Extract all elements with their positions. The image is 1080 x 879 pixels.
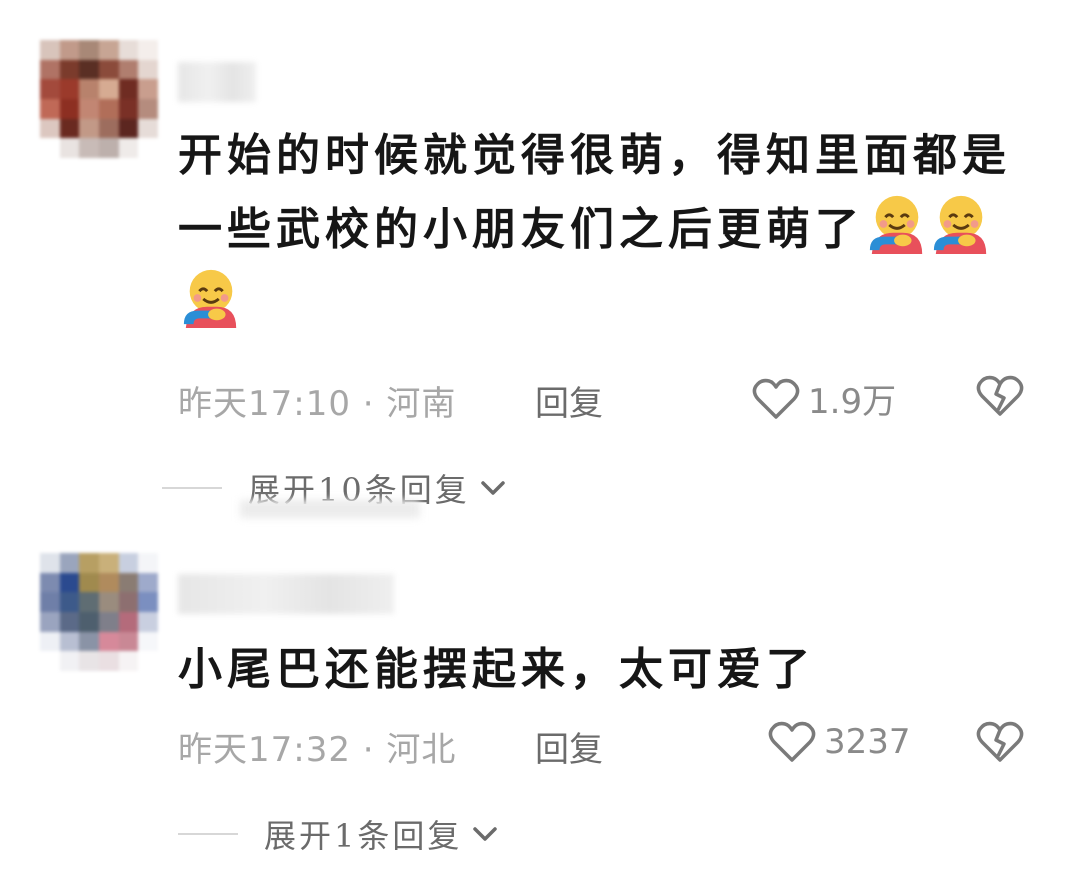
username-blurred[interactable] xyxy=(178,62,256,102)
comment-meta: 昨天17:32 · 河北 回复 3237 xyxy=(178,720,1038,773)
dislike-button[interactable] xyxy=(976,720,1024,773)
blur-smudge xyxy=(240,500,420,518)
like-count: 3237 xyxy=(824,722,911,762)
avatar[interactable] xyxy=(40,553,158,671)
like-button[interactable]: 3237 xyxy=(768,720,911,764)
comment-meta: 昨天17:10 · 河南 回复 1.9万 xyxy=(178,374,1038,427)
expand-replies-label: 展开1条回复 xyxy=(264,817,463,855)
username-blurred[interactable] xyxy=(178,574,394,614)
like-button[interactable]: 1.9万 xyxy=(752,374,896,423)
reply-button[interactable]: 回复 xyxy=(535,376,603,425)
expand-replies-button[interactable]: 展开1条回复 xyxy=(178,814,500,855)
avatar[interactable] xyxy=(40,40,158,158)
comment-time-location: 昨天17:10 · 河南 xyxy=(178,384,457,424)
heart-outline-icon xyxy=(768,721,816,762)
broken-heart-icon xyxy=(976,721,1024,762)
smiling-face-with-hearts-hugging-emoji xyxy=(933,195,987,254)
chevron-down-icon xyxy=(473,827,498,841)
broken-heart-icon xyxy=(976,375,1024,416)
smiling-face-with-hearts-hugging-emoji xyxy=(183,269,237,328)
like-count: 1.9万 xyxy=(808,382,897,422)
comment-text: 开始的时候就觉得很萌，得知里面都是一些武校的小朋友们之后更萌了 xyxy=(178,120,1038,340)
heart-outline-icon xyxy=(752,378,800,419)
dislike-button[interactable] xyxy=(976,374,1024,427)
chevron-down-icon xyxy=(480,481,505,495)
smiling-face-with-hearts-hugging-emoji xyxy=(869,195,923,254)
reply-button[interactable]: 回复 xyxy=(535,722,603,771)
comment-text-body: 小尾巴还能摆起来，太可爱了 xyxy=(178,644,815,695)
comment-time-location: 昨天17:32 · 河北 xyxy=(178,730,457,770)
divider-dash xyxy=(162,487,222,489)
comment-text: 小尾巴还能摆起来，太可爱了 xyxy=(178,634,1038,706)
divider-dash xyxy=(178,833,238,835)
